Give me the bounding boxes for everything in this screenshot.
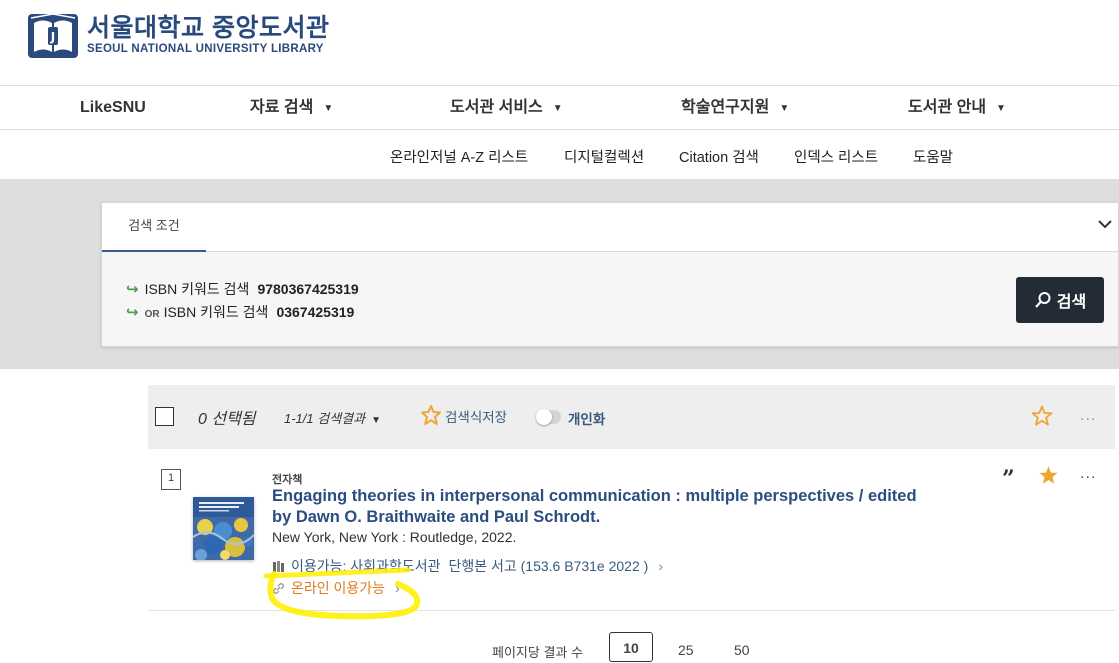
query-value: 0367425319 [276,304,355,320]
document-type: 전자책 [272,474,303,486]
nav-library-guide[interactable]: 도서관 안내 ▼ [908,86,1006,129]
arrow-right-icon: ↪ [126,281,139,298]
chevron-right-icon: › [395,580,400,596]
result-range-dropdown[interactable]: 1-1/1 검색결과 ▼ [284,408,381,427]
subnav-digital-collection[interactable]: 디지털컬렉션 [564,146,644,167]
nav-search-materials[interactable]: 자료 검색 ▼ [250,86,333,129]
book-cover-image [193,497,254,560]
book-cover-thumbnail[interactable] [193,497,254,560]
toggle-knob [536,409,552,425]
citation-quote-icon[interactable]: ” [1002,466,1015,492]
publication-info: New York, New York : Routledge, 2022. [272,529,517,545]
availability-link[interactable]: 이용가능: 사회과학도서관 단행본 서고 (153.6 B731e 2022 ) › [272,556,663,576]
query-field: ISBN 키워드 검색 [144,281,250,297]
result-item: 1 전자책 Engaging theories in interpersonal… [148,449,1115,611]
search-button-label: 검색 [1056,294,1087,311]
select-all-checkbox[interactable] [155,407,174,426]
personalize-label: 개인화 [568,412,606,427]
svg-text:J: J [50,30,55,44]
caret-down-icon: ▼ [996,103,1006,114]
more-options-icon[interactable]: ... [1080,407,1096,425]
nav-library-services-label: 도서관 서비스 [450,99,543,116]
subnav-online-journals[interactable]: 온라인저널 A-Z 리스트 [390,146,528,167]
pager-option-10[interactable]: 10 [609,632,653,662]
caret-down-icon: ▼ [323,103,334,114]
book-logo-icon: J [28,13,78,58]
sub-navigation: 온라인저널 A-Z 리스트 디지털컬렉션 Citation 검색 인덱스 리스트… [0,130,1119,179]
search-conditions-panel: 검색 조건 ↪ ISBN 키워드 검색 9780367425319 ↪ OR ISBN … [101,202,1119,347]
caret-down-icon: ▼ [371,415,381,426]
star-filled-icon[interactable] [1038,465,1059,486]
chevron-down-icon[interactable] [1096,215,1114,233]
arrow-right-icon: ↪ [126,304,139,321]
caret-down-icon: ▼ [552,103,563,114]
results-per-page: 페이지당 결과 수 10 25 50 [492,632,792,662]
nav-research-support-label: 학술연구지원 [681,99,770,116]
query-operator: OR [144,309,160,320]
query-field: ISBN 키워드 검색 [163,304,269,320]
logo-korean-text: 서울대학교 중앙도서관 [87,14,330,42]
nav-library-services[interactable]: 도서관 서비스 ▼ [450,86,563,129]
subnav-help[interactable]: 도움말 [913,146,953,167]
library-logo[interactable]: J 서울대학교 중앙도서관 SEOUL NATIONAL UNIVERSITY … [27,11,329,59]
query-value: 9780367425319 [257,281,359,297]
star-outline-icon[interactable] [1031,405,1053,427]
pager-option-50[interactable]: 50 [734,642,750,658]
save-search-label: 검색식저장 [445,410,508,425]
star-burst-icon [421,405,441,425]
subnav-index-list[interactable]: 인덱스 리스트 [794,146,878,167]
nav-likesnu[interactable]: LikeSNU [80,86,146,129]
search-query-line: ↪ ISBN 키워드 검색 9780367425319 [126,279,359,299]
nav-research-support[interactable]: 학술연구지원 ▼ [681,86,789,129]
result-title-link[interactable]: Engaging theories in interpersonal commu… [272,486,932,528]
subnav-citation-search[interactable]: Citation 검색 [679,146,759,167]
search-tab-bar: 검색 조건 [102,203,1118,252]
pager-label: 페이지당 결과 수 [492,645,583,660]
nav-search-materials-label: 자료 검색 [250,99,314,116]
more-options-icon[interactable]: ... [1080,465,1096,483]
logo-english-text: SEOUL NATIONAL UNIVERSITY LIBRARY [87,43,324,55]
selected-count: 0 선택됨 [198,411,256,428]
search-icon [1034,292,1051,308]
nav-library-guide-label: 도서관 안내 [908,99,987,116]
pager-option-25[interactable]: 25 [678,642,694,658]
result-number: 1 [161,469,181,490]
online-access-link[interactable]: 온라인 이용가능 › [272,578,400,598]
results-toolbar: 0 선택됨 1-1/1 검색결과 ▼ 검색식저장 개인화 ... [148,385,1115,449]
search-query-line: ↪ OR ISBN 키워드 검색 0367425319 [126,302,354,322]
nav-likesnu-label: LikeSNU [80,99,146,116]
book-stack-icon [273,560,284,572]
availability-status: 이용가능: 사회과학도서관 [291,558,441,574]
caret-down-icon: ▼ [779,103,790,114]
tab-search-conditions[interactable]: 검색 조건 [102,203,206,252]
main-navigation: LikeSNU 자료 검색 ▼ 도서관 서비스 ▼ 학술연구지원 ▼ 도서관 안내 ▼ [0,85,1119,130]
search-button[interactable]: 검색 [1016,277,1104,323]
save-search-button[interactable]: 검색식저장 [420,405,507,427]
link-icon [272,582,285,594]
result-range-label: 1-1/1 검색결과 [284,411,366,426]
online-access-label: 온라인 이용가능 [291,580,386,596]
availability-location: 단행본 서고 (153.6 B731e 2022 ) [448,558,649,574]
personalize-toggle[interactable] [536,409,561,425]
chevron-right-icon: › [658,558,663,574]
